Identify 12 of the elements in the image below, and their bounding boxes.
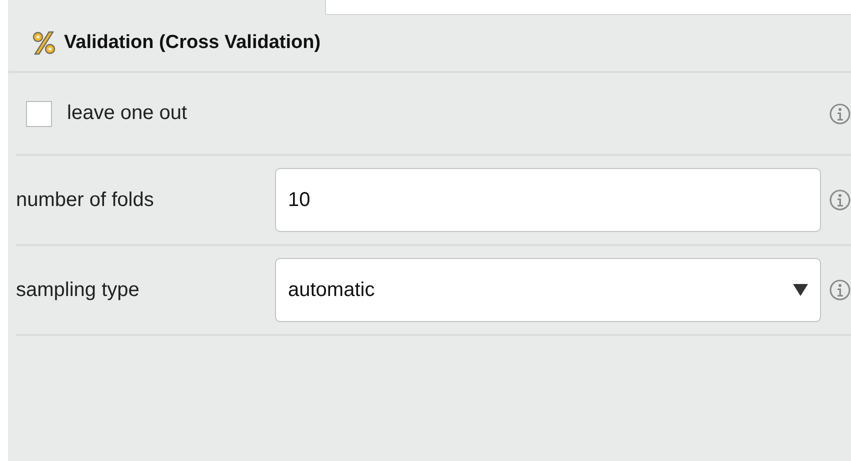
field-label: sampling type [16,278,140,302]
info-icon[interactable] [829,279,851,301]
input-field[interactable]: 10 [275,168,821,232]
info-icon[interactable] [829,102,851,124]
percent-icon [32,30,56,56]
panel-title: Validation (Cross Validation) [64,32,321,54]
checkbox-label: leave one out [67,102,188,125]
dropdown[interactable]: automatic [275,258,821,322]
checkbox[interactable] [26,100,52,126]
caret-icon [793,284,808,296]
info-icon[interactable] [829,189,851,211]
field-label: number of folds [16,188,155,212]
